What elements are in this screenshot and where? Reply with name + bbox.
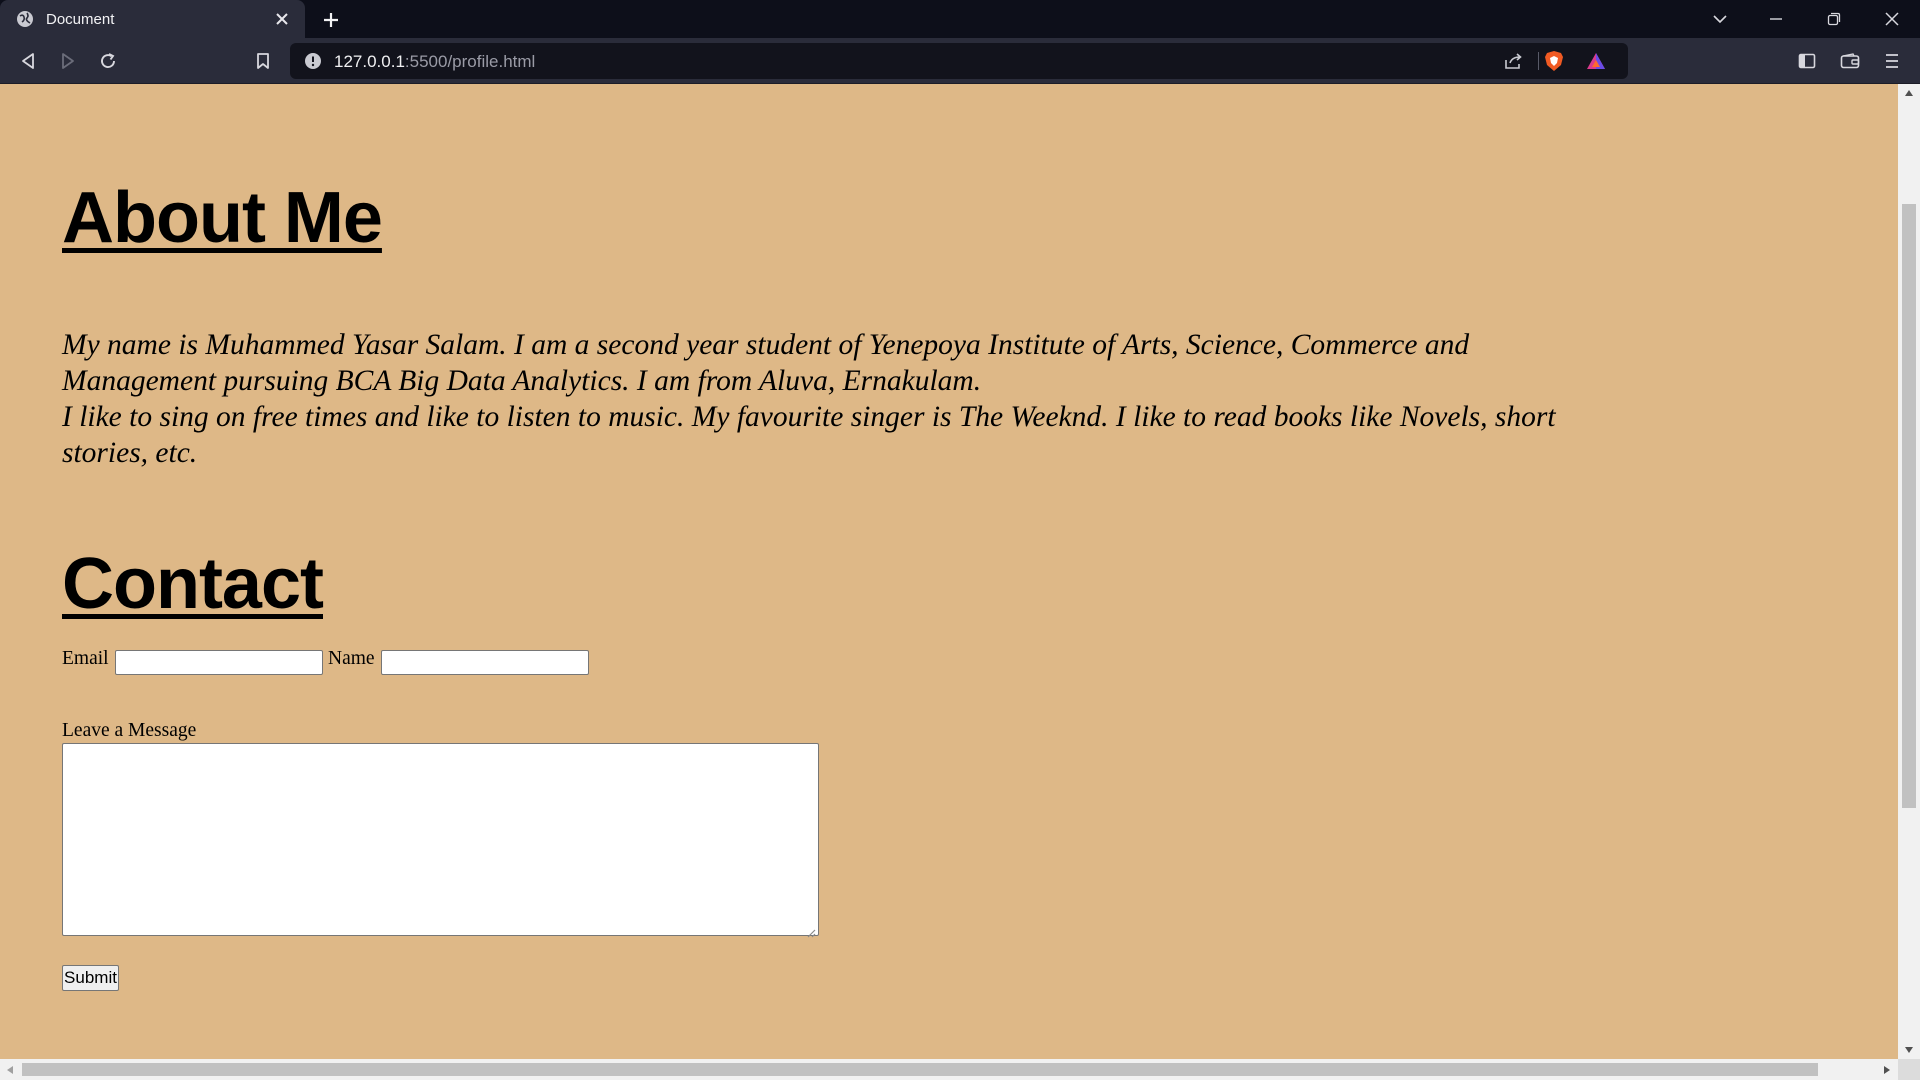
contact-heading: Contact	[62, 544, 324, 624]
brave-shield-icon[interactable]	[1542, 50, 1566, 72]
about-paragraph: My name is Muhammed Yasar Salam. I am a …	[62, 327, 1602, 471]
address-bar[interactable]: 127.0.0.1:5500/profile.html	[290, 43, 1628, 79]
browser-toolbar: 127.0.0.1:5500/profile.html	[0, 38, 1920, 84]
restore-icon[interactable]	[1806, 0, 1862, 38]
address-separator	[1538, 52, 1539, 70]
message-textarea[interactable]	[62, 743, 819, 938]
horizontal-scrollbar[interactable]	[0, 1059, 1898, 1080]
chevron-down-icon[interactable]	[1692, 0, 1748, 38]
scroll-down-arrow-icon[interactable]	[1904, 1046, 1914, 1054]
vertical-scrollbar[interactable]	[1898, 84, 1920, 1059]
globe-icon	[16, 10, 34, 28]
brave-rewards-icon[interactable]	[1584, 50, 1608, 72]
bookmark-icon[interactable]	[249, 48, 277, 74]
tab-title: Document	[46, 10, 115, 28]
submit-button[interactable]: Submit	[62, 965, 119, 991]
scroll-left-arrow-icon[interactable]	[6, 1065, 14, 1075]
resize-grip-icon[interactable]	[806, 923, 816, 938]
tab-strip: Document	[0, 0, 1920, 38]
email-field[interactable]	[115, 650, 323, 675]
sidebar-icon[interactable]	[1793, 48, 1821, 74]
scroll-right-arrow-icon[interactable]	[1883, 1065, 1891, 1075]
share-icon[interactable]	[1502, 50, 1526, 72]
scrollbar-corner	[1898, 1059, 1920, 1080]
close-icon[interactable]	[271, 8, 293, 30]
tab-document[interactable]: Document	[0, 0, 305, 38]
close-icon[interactable]	[1864, 0, 1920, 38]
message-label: Leave a Message	[62, 720, 197, 741]
scroll-up-arrow-icon[interactable]	[1904, 89, 1914, 97]
minimize-icon[interactable]	[1748, 0, 1804, 38]
back-arrow-icon[interactable]	[14, 48, 42, 74]
about-heading: About Me	[62, 178, 383, 258]
email-label: Email	[62, 648, 109, 669]
name-field[interactable]	[381, 650, 589, 675]
hamburger-menu-icon[interactable]	[1878, 48, 1906, 74]
page-viewport: About Me My name is Muhammed Yasar Salam…	[0, 84, 1898, 1059]
reload-icon[interactable]	[94, 48, 122, 74]
horizontal-scroll-thumb[interactable]	[22, 1063, 1818, 1076]
about-line-1: My name is Muhammed Yasar Salam. I am a …	[62, 329, 1470, 397]
forward-arrow-icon[interactable]	[54, 48, 82, 74]
address-host: 127.0.0.1	[334, 52, 405, 71]
info-icon[interactable]	[304, 52, 322, 70]
plus-icon[interactable]	[318, 7, 344, 33]
wallet-icon[interactable]	[1836, 48, 1864, 74]
vertical-scroll-thumb[interactable]	[1902, 204, 1916, 808]
about-line-2: I like to sing on free times and like to…	[62, 401, 1556, 469]
address-url[interactable]: 127.0.0.1:5500/profile.html	[334, 52, 535, 72]
address-path: :5500/profile.html	[404, 52, 536, 71]
name-label: Name	[328, 648, 375, 669]
